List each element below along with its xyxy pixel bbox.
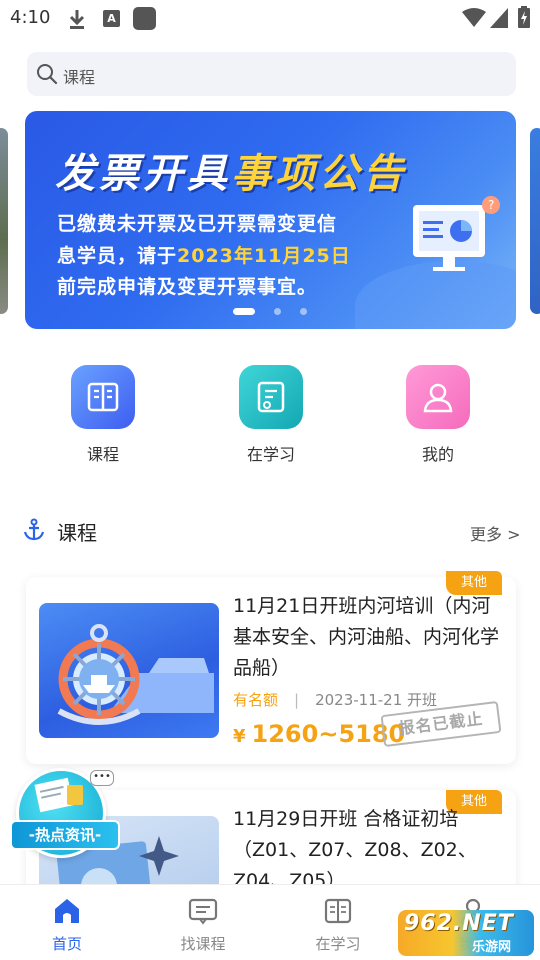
watermark-text: 962.NET: [404, 911, 514, 936]
app-square-icon: [133, 7, 156, 30]
carousel-dot-2[interactable]: [274, 308, 281, 315]
wifi-icon: [462, 8, 486, 27]
carousel-next-peek[interactable]: [530, 128, 540, 314]
banner-line-2: 息学员，请于2023年11月25日: [57, 245, 351, 267]
search-bar[interactable]: 课程: [27, 52, 516, 96]
course-availability: 有名额: [233, 691, 279, 709]
nav-find-course-label: 找课程: [180, 935, 226, 953]
watermark-sub: 乐游网: [472, 940, 512, 955]
find-course-icon: [188, 898, 218, 925]
quick-nav-course-label: 课程: [86, 445, 119, 464]
a-icon: A: [103, 10, 120, 27]
monitor-chart-illustration: ?: [413, 196, 500, 271]
course-title: 11月21日开班内河培训（内河基本安全、内河油船、内河化学品船）: [233, 595, 500, 679]
user-icon: [406, 365, 470, 429]
course-meta: 有名额 | 2023-11-21 开班: [233, 691, 438, 709]
download-icon: [69, 10, 85, 29]
quick-nav-study-label: 在学习: [246, 445, 295, 464]
quick-nav-course[interactable]: 课程: [63, 365, 143, 465]
status-bar: 4:10 A: [0, 0, 540, 38]
nav-studying[interactable]: 在学习: [293, 897, 383, 954]
quick-nav-study[interactable]: 在学习: [231, 365, 311, 465]
hot-news-badge[interactable]: ••• -热点资讯-: [8, 766, 120, 866]
banner-line-1: 已缴费未开票及已开票需变更信: [57, 213, 338, 235]
course-price: ¥1260~5180: [233, 720, 406, 748]
search-placeholder: 课程: [63, 68, 96, 87]
nav-find-course[interactable]: 找课程: [158, 897, 248, 954]
banner-line-3: 前完成申请及变更开票事宜。: [57, 276, 318, 298]
signal-icon: [490, 8, 508, 28]
more-options-icon[interactable]: •••: [90, 770, 114, 786]
carousel-prev-peek[interactable]: [0, 128, 8, 314]
search-icon: [37, 64, 58, 85]
site-watermark: 962.NET 乐游网: [398, 908, 536, 958]
quick-nav-mine[interactable]: 我的: [398, 365, 478, 465]
status-time: 4:10: [10, 7, 51, 28]
banner-carousel[interactable]: 发票开具事项公告 已缴费未开票及已开票需变更信 息学员，请于2023年11月25…: [25, 111, 516, 329]
home-icon: [55, 899, 79, 923]
book-icon: [71, 365, 135, 429]
section-title: 课程: [57, 521, 97, 545]
study-icon: [239, 365, 303, 429]
banner-title: 发票开具事项公告: [55, 151, 407, 197]
course-date: 2023-11-21 开班: [315, 691, 438, 709]
nav-studying-label: 在学习: [315, 935, 361, 953]
ship-wheel-illustration: [39, 603, 219, 738]
nav-home[interactable]: 首页: [22, 897, 112, 954]
hot-news-label: -热点资讯-: [10, 820, 120, 850]
carousel-dot-3[interactable]: [300, 308, 307, 315]
more-link[interactable]: 更多 >: [470, 521, 521, 545]
course-card[interactable]: 其他 11月21日开班内河培训（内河基本安全、内河油船、内河化学品船） 有名额 |…: [26, 571, 516, 764]
quick-nav-mine-label: 我的: [421, 445, 454, 464]
carousel-dot-1[interactable]: [233, 308, 255, 315]
anchor-icon: [23, 518, 45, 541]
nav-home-label: 首页: [51, 935, 82, 953]
studying-icon: [324, 898, 352, 924]
battery-icon: [518, 6, 530, 28]
svg-text:?: ?: [488, 198, 494, 212]
